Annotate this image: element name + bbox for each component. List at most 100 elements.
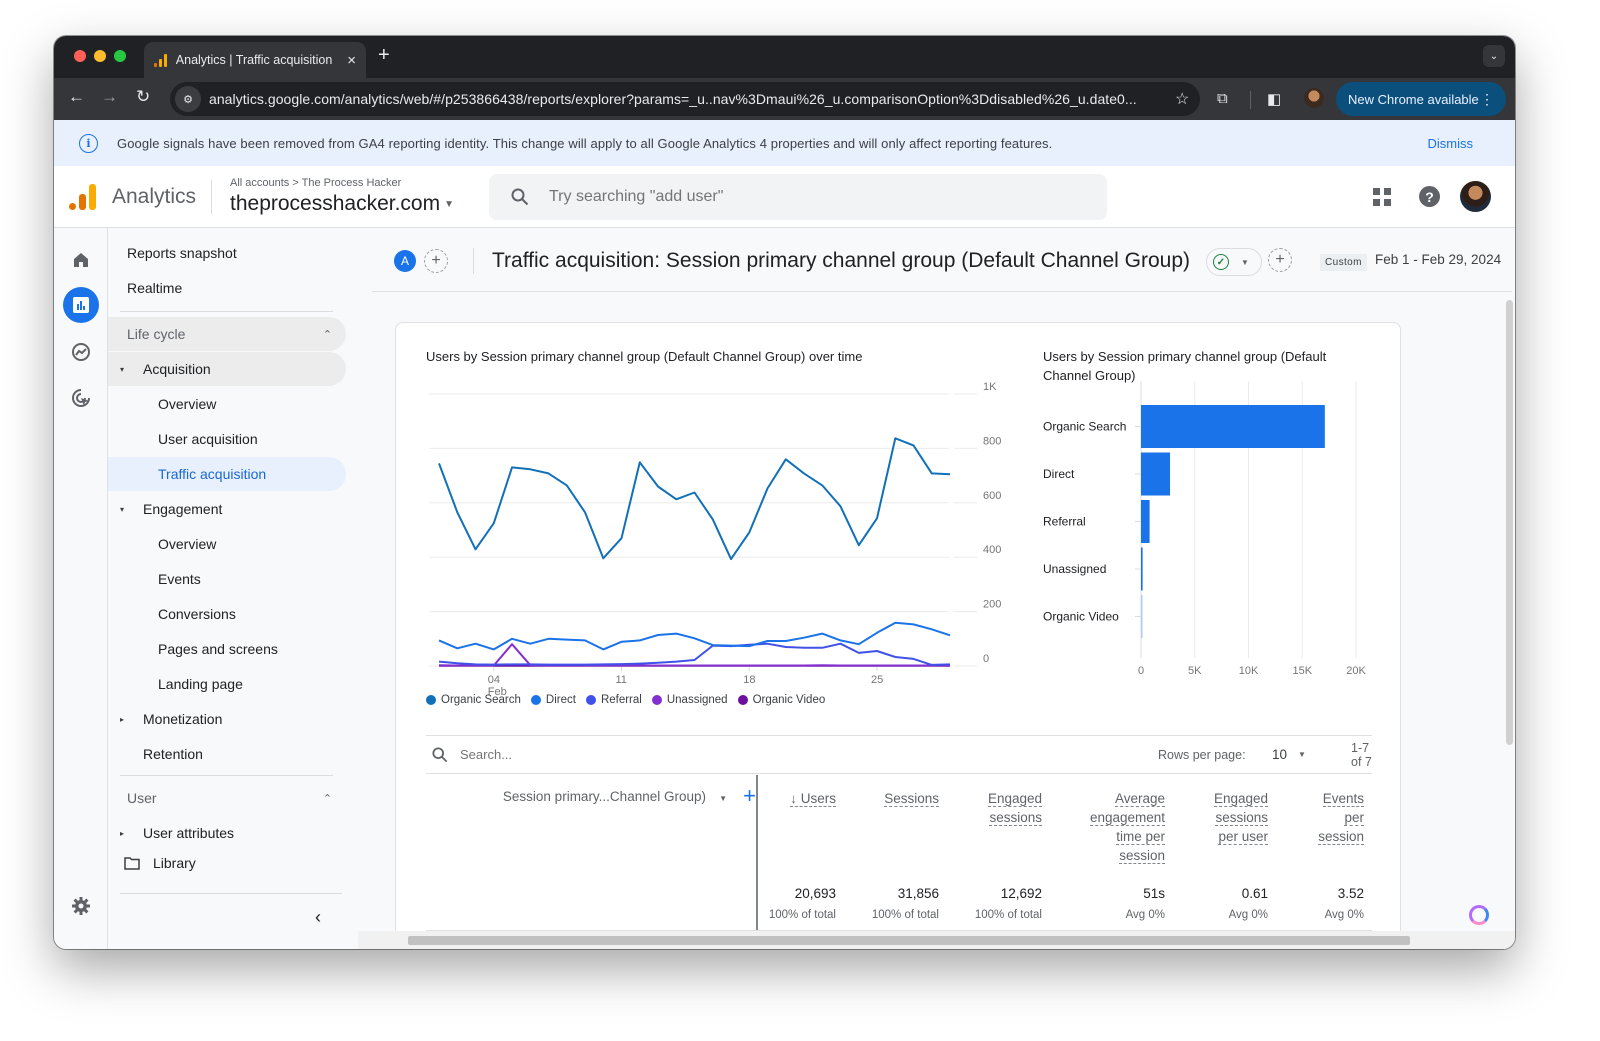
nav-label: Library	[153, 855, 196, 871]
metric-name: Engaged sessions	[962, 789, 1042, 827]
vertical-scrollbar[interactable]	[1506, 300, 1513, 745]
legend-label: Referral	[600, 694, 642, 706]
metric-name-line: session	[1119, 848, 1165, 864]
new-tab-button[interactable]: +	[378, 44, 390, 67]
chevron-down-icon[interactable]: ▼	[719, 794, 727, 803]
comparison-badge[interactable]: A	[394, 250, 416, 272]
nav-traffic-acquisition[interactable]: Traffic acquisition	[108, 457, 346, 491]
new-chrome-available-button[interactable]: New Chrome available ⋮	[1336, 82, 1506, 116]
reload-button[interactable]: ↻	[136, 87, 150, 107]
apps-grid-icon[interactable]	[1373, 188, 1391, 206]
nav-events[interactable]: Events	[108, 562, 346, 596]
bar-unassigned	[1141, 547, 1143, 591]
home-icon[interactable]	[63, 242, 99, 278]
nav-retention[interactable]: Retention	[108, 737, 346, 771]
folder-icon	[124, 857, 140, 873]
nav-monetization[interactable]: ▸ Monetization	[108, 702, 346, 736]
nav-label: Reports snapshot	[127, 245, 237, 261]
metric-total: 51s	[1143, 886, 1165, 901]
legend-item[interactable]: Organic Search	[426, 694, 521, 706]
report-title-bar: A + Traffic acquisition: Session primary…	[372, 228, 1512, 292]
metric-column-header[interactable]: Sessions 31,856 100% of total	[859, 789, 939, 939]
metric-column-header[interactable]: ↓ Users 20,693 100% of total	[756, 789, 836, 939]
profile-avatar[interactable]	[1304, 88, 1324, 108]
nav-engagement[interactable]: ▾ Engagement	[108, 492, 346, 526]
forward-button[interactable]: →	[101, 87, 118, 107]
rows-per-page-select[interactable]: 10	[1272, 747, 1287, 762]
browser-tab[interactable]: Analytics | Traffic acquisition: ×	[144, 42, 366, 78]
nav-user-attributes[interactable]: ▸ User attributes	[108, 816, 346, 850]
site-settings-icon[interactable]: ⚙	[175, 86, 201, 112]
metric-name-line: session	[1318, 829, 1364, 845]
nav-pages-and-screens[interactable]: Pages and screens	[108, 632, 346, 666]
horizontal-scrollbar[interactable]	[358, 931, 1515, 949]
metric-column-header[interactable]: Engaged sessions per user 0.61 Avg 0%	[1188, 789, 1268, 939]
search-input[interactable]	[549, 188, 1049, 206]
legend-item[interactable]: Referral	[585, 694, 642, 706]
dismiss-button[interactable]: Dismiss	[1428, 136, 1474, 151]
legend-item[interactable]: Direct	[530, 694, 576, 706]
search-bar[interactable]	[489, 174, 1107, 220]
x-tick-label: 20K	[1346, 665, 1366, 677]
maximize-window-button[interactable]	[114, 50, 126, 62]
dimension-selector[interactable]: Session primary...Channel Group)	[503, 789, 706, 804]
admin-gear-icon[interactable]	[63, 888, 99, 924]
add-filter-button[interactable]: +	[1268, 248, 1292, 272]
help-icon[interactable]: ?	[1419, 186, 1440, 207]
metric-total: 0.61	[1241, 886, 1268, 901]
metric-column-header[interactable]: Engaged sessions 12,692 100% of total	[962, 789, 1042, 939]
nav-engagement-overview[interactable]: Overview	[108, 527, 346, 561]
close-window-button[interactable]	[74, 50, 86, 62]
nav-landing-page[interactable]: Landing page	[108, 667, 346, 701]
close-tab-icon[interactable]: ×	[347, 52, 356, 69]
scrollbar-thumb[interactable]	[408, 936, 1410, 945]
metric-column-header[interactable]: Average engagement time per session 51s Avg 0…	[1065, 789, 1165, 939]
add-comparison-button[interactable]: +	[424, 249, 448, 273]
chevron-down-icon[interactable]: ▼	[1298, 750, 1306, 759]
analytics-logo-icon[interactable]	[69, 184, 96, 210]
metric-name-line: Average	[1114, 791, 1165, 807]
date-range-selector[interactable]: Feb 1 - Feb 29, 2024	[1375, 252, 1501, 267]
explore-icon[interactable]	[63, 334, 99, 370]
nav-section-life-cycle[interactable]: Life cycle ⌃	[108, 317, 346, 351]
bookmark-star-icon[interactable]: ☆	[1175, 89, 1189, 109]
chrome-menu-icon[interactable]: ⋮	[1480, 91, 1494, 108]
metric-column-header[interactable]: Events per session 3.52 Avg 0%	[1294, 789, 1364, 939]
table-search-input[interactable]	[460, 747, 960, 762]
minimize-window-button[interactable]	[94, 50, 106, 62]
legend-item[interactable]: Unassigned	[651, 694, 728, 706]
metric-total: 12,692	[1000, 886, 1042, 901]
nav-library[interactable]: Library	[108, 846, 346, 880]
account-avatar[interactable]	[1460, 181, 1491, 212]
tab-search-button[interactable]: ⌄	[1483, 45, 1505, 67]
nav-user-acquisition[interactable]: User acquisition	[108, 422, 346, 456]
legend-label: Organic Search	[441, 694, 521, 706]
side-panel-icon[interactable]: ◧	[1267, 90, 1281, 108]
property-selector[interactable]: theprocesshacker.com ▼	[230, 192, 454, 216]
x-tick-label: 5K	[1188, 665, 1202, 677]
legend-item[interactable]: Organic Video	[737, 694, 825, 706]
nav-acquisition[interactable]: ▾ Acquisition	[108, 352, 346, 386]
extensions-icon[interactable]: ⧉	[1217, 90, 1228, 107]
back-button[interactable]: ←	[68, 87, 85, 107]
nav-reports-snapshot[interactable]: Reports snapshot	[108, 236, 346, 270]
nav-section-user[interactable]: User ⌃	[108, 781, 346, 815]
x-tick-label: 10K	[1239, 665, 1259, 677]
reports-icon[interactable]	[63, 287, 99, 323]
url-text[interactable]: analytics.google.com/analytics/web/#/p25…	[209, 91, 1169, 107]
nav-conversions[interactable]: Conversions	[108, 597, 346, 631]
account-breadcrumb[interactable]: All accounts > The Process Hacker	[230, 177, 401, 189]
banner-message: Google signals have been removed from GA…	[117, 135, 1053, 151]
add-dimension-button[interactable]: +	[743, 783, 756, 809]
legend-swatch	[651, 695, 662, 705]
bar-category-label: Organic Video	[1043, 610, 1119, 624]
date-range-chip[interactable]: Custom	[1320, 254, 1367, 271]
report-status-dropdown[interactable]: ✓ ▼	[1206, 248, 1262, 276]
nav-label: Acquisition	[143, 361, 211, 377]
collapse-nav-icon[interactable]: ‹	[315, 907, 321, 928]
advertising-icon[interactable]	[63, 380, 99, 416]
address-bar[interactable]: ⚙ analytics.google.com/analytics/web/#/p…	[170, 82, 1200, 116]
assistant-icon[interactable]	[1469, 905, 1489, 925]
nav-realtime[interactable]: Realtime	[108, 271, 346, 305]
nav-acquisition-overview[interactable]: Overview	[108, 387, 346, 421]
